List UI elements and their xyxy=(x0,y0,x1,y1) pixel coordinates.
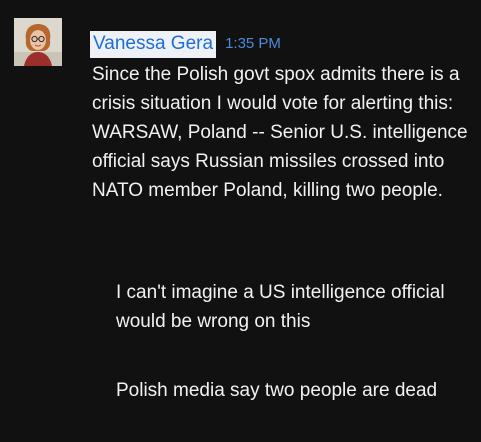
followup-message-2: Polish media say two people are dead xyxy=(116,380,438,401)
chat-message-view: Vanessa Gera 1:35 PM Since the Polish go… xyxy=(0,0,481,442)
author-name[interactable]: Vanessa Gera xyxy=(90,30,217,58)
message-header: Vanessa Gera 1:35 PM xyxy=(90,30,281,58)
message-timestamp[interactable]: 1:35 PM xyxy=(225,32,281,56)
followup-message-1: I can't imagine a US intelligence offici… xyxy=(116,282,445,332)
avatar[interactable] xyxy=(14,18,62,66)
message-text: Since the Polish govt spox admits there … xyxy=(92,64,468,201)
user-photo-icon xyxy=(14,18,62,66)
